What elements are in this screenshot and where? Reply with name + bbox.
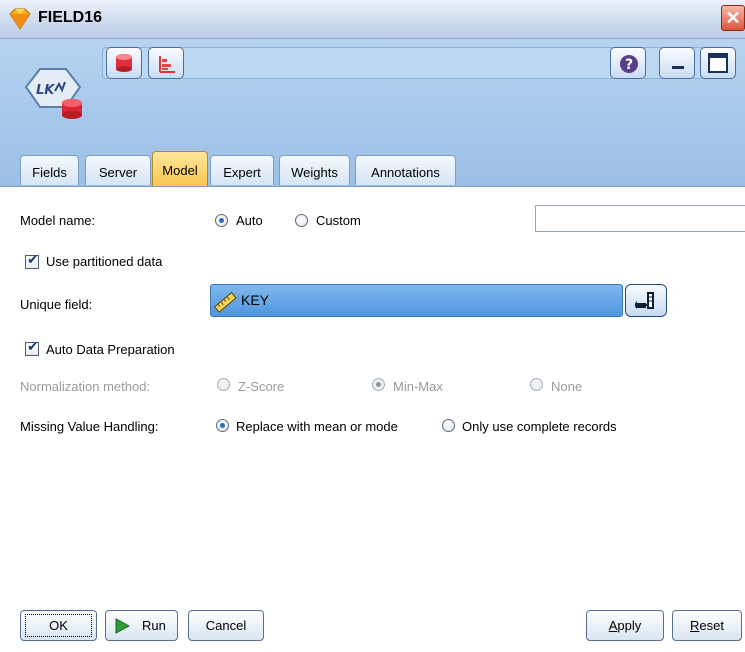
normalization-none-label: None bbox=[551, 379, 583, 394]
apply-button[interactable]: Apply bbox=[586, 610, 664, 641]
tab-weights[interactable]: Weights bbox=[279, 155, 350, 185]
title-bar bbox=[0, 0, 745, 39]
diamond-icon bbox=[9, 8, 31, 30]
tab-expert[interactable]: Expert bbox=[210, 155, 274, 185]
unique-field-label: Unique field: bbox=[20, 297, 93, 312]
reset-button[interactable]: Reset bbox=[672, 610, 742, 641]
normalization-minmax-label: Min-Max bbox=[393, 379, 443, 394]
preview-data-button[interactable] bbox=[106, 47, 142, 79]
model-name-custom-label: Custom bbox=[316, 213, 361, 228]
tab-divider bbox=[0, 186, 745, 187]
auto-data-prep-label: Auto Data Preparation bbox=[46, 342, 175, 357]
chart-button[interactable] bbox=[148, 47, 184, 79]
model-node-icon: LK bbox=[24, 68, 82, 119]
ok-button[interactable]: OK bbox=[20, 610, 97, 641]
normalization-zscore-radio[interactable] bbox=[217, 378, 230, 391]
svg-text:?: ? bbox=[625, 57, 633, 73]
use-partitioned-checkbox[interactable] bbox=[25, 252, 39, 269]
apply-label-rest: pply bbox=[617, 618, 642, 633]
maximize-button[interactable] bbox=[700, 47, 736, 79]
model-name-custom-radio[interactable] bbox=[295, 214, 308, 227]
auto-data-prep-checkbox[interactable] bbox=[25, 339, 39, 356]
help-button[interactable]: ? bbox=[610, 47, 646, 79]
play-icon bbox=[115, 618, 130, 634]
normalization-none-radio[interactable] bbox=[530, 378, 543, 391]
run-button[interactable]: Run bbox=[105, 610, 178, 641]
preview-data-icon bbox=[116, 54, 132, 72]
field-list-icon bbox=[635, 292, 654, 309]
minimize-button[interactable] bbox=[659, 47, 695, 79]
help-icon: ? bbox=[620, 55, 638, 73]
cancel-button[interactable]: Cancel bbox=[188, 610, 264, 641]
focus-ring bbox=[25, 614, 92, 637]
unique-field-input[interactable] bbox=[210, 284, 623, 317]
missing-complete-label: Only use complete records bbox=[462, 419, 617, 434]
reset-label-rest: eset bbox=[699, 618, 724, 633]
svg-text:LK: LK bbox=[36, 83, 55, 98]
run-button-label: Run bbox=[142, 618, 166, 633]
maximize-icon bbox=[708, 53, 728, 73]
model-name-auto-radio[interactable] bbox=[215, 214, 228, 227]
model-name-auto-label: Auto bbox=[236, 213, 263, 228]
normalization-minmax-radio[interactable] bbox=[372, 378, 385, 391]
tab-server[interactable]: Server bbox=[85, 155, 151, 185]
reset-mnemonic: R bbox=[690, 618, 700, 633]
unique-field-value: KEY bbox=[241, 292, 270, 308]
tab-fields[interactable]: Fields bbox=[20, 155, 79, 185]
normalization-zscore-label: Z-Score bbox=[238, 379, 285, 394]
ruler-icon bbox=[213, 291, 237, 313]
normalization-label: Normalization method: bbox=[20, 379, 151, 394]
use-partitioned-label: Use partitioned data bbox=[46, 254, 163, 269]
custom-model-name-input[interactable] bbox=[535, 205, 745, 232]
tab-model[interactable]: Model bbox=[152, 151, 208, 187]
chart-icon bbox=[159, 56, 175, 73]
missing-replace-radio[interactable] bbox=[216, 419, 229, 432]
tab-annotations[interactable]: Annotations bbox=[355, 155, 456, 185]
model-name-label: Model name: bbox=[20, 213, 96, 228]
minimize-icon bbox=[672, 66, 684, 69]
missing-complete-radio[interactable] bbox=[442, 419, 455, 432]
missing-replace-label: Replace with mean or mode bbox=[236, 419, 398, 434]
field-picker-button[interactable] bbox=[625, 284, 667, 317]
close-button[interactable]: ✕ bbox=[721, 5, 745, 31]
missing-value-label: Missing Value Handling: bbox=[20, 419, 159, 434]
window-title: FIELD16 bbox=[38, 9, 103, 26]
